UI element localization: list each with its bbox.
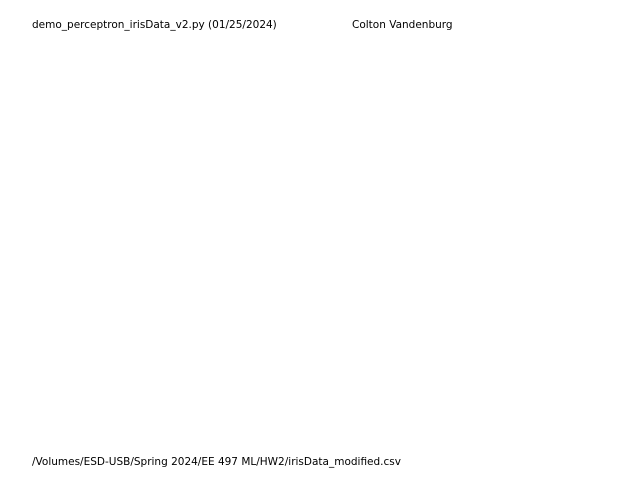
script-name-label: demo_perceptron_irisData_v2.py (01/25/20… [32,19,277,31]
author-label: Colton Vandenburg [352,19,453,31]
data-file-path-label: /Volumes/ESD-USB/Spring 2024/EE 497 ML/H… [32,456,401,468]
figure-canvas: demo_perceptron_irisData_v2.py (01/25/20… [0,0,640,480]
